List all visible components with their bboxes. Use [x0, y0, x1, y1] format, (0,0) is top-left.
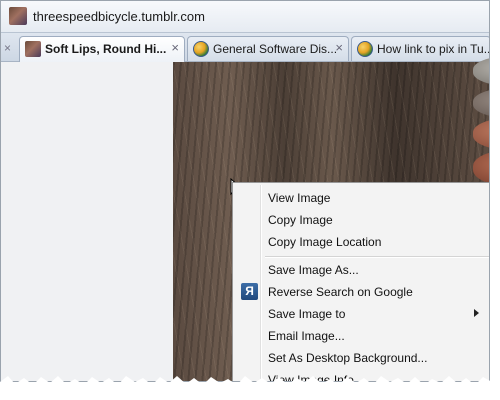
tab-label: Soft Lips, Round Hi...	[45, 42, 167, 56]
tab-general-software[interactable]: General Software Dis... ×	[187, 36, 349, 61]
menu-separator	[265, 256, 489, 258]
tab-close-icon[interactable]: ×	[4, 41, 11, 55]
tab-soft-lips[interactable]: Soft Lips, Round Hi... ×	[19, 36, 185, 62]
menu-item-copy-image-location[interactable]: Copy Image Location	[235, 231, 489, 253]
menu-item-label: Set As Desktop Background...	[268, 351, 428, 365]
stones-image	[473, 56, 489, 187]
menu-item-label: Reverse Search on Google	[268, 285, 413, 299]
address-bar[interactable]: threespeedbicycle.tumblr.com	[1, 1, 489, 33]
menu-item-email-image[interactable]: Email Image...	[235, 325, 489, 347]
menu-item-copy-image[interactable]: Copy Image	[235, 209, 489, 231]
menu-item-label: Copy Image	[268, 213, 333, 227]
menu-item-set-desktop-background[interactable]: Set As Desktop Background...	[235, 347, 489, 369]
torn-edge	[0, 376, 500, 400]
submenu-arrow-icon	[474, 309, 479, 317]
stone	[473, 150, 489, 186]
tab-close-icon[interactable]: ×	[171, 41, 179, 55]
menu-item-save-image-to[interactable]: Save Image to	[235, 303, 489, 325]
tab-label: General Software Dis...	[213, 42, 338, 56]
tab-how-link[interactable]: How link to pix in Tu...	[351, 36, 490, 61]
stone	[473, 118, 489, 150]
tab-label: How link to pix in Tu...	[377, 42, 490, 56]
tab-strip: × Soft Lips, Round Hi... × General Softw…	[1, 33, 489, 62]
globe-icon	[193, 41, 209, 57]
url-text[interactable]: threespeedbicycle.tumblr.com	[33, 9, 205, 24]
menu-item-label: Save Image to	[268, 307, 346, 321]
menu-item-label: Copy Image Location	[268, 235, 382, 249]
stone	[473, 88, 489, 118]
menu-item-save-image-as[interactable]: Save Image As...	[235, 259, 489, 281]
browser-window: threespeedbicycle.tumblr.com × Soft Lips…	[0, 0, 490, 382]
menu-item-reverse-search[interactable]: Я Reverse Search on Google	[235, 281, 489, 303]
globe-icon	[357, 41, 373, 57]
reverse-search-icon: Я	[241, 283, 258, 300]
page-content: View Image Copy Image Copy Image Locatio…	[1, 56, 489, 381]
menu-item-view-image[interactable]: View Image	[235, 187, 489, 209]
image-context-menu: View Image Copy Image Copy Image Locatio…	[232, 182, 489, 381]
menu-item-label: Save Image As...	[268, 263, 359, 277]
menu-item-label: View Image	[268, 191, 331, 205]
menu-item-label: Email Image...	[268, 329, 345, 343]
tab-close-icon[interactable]: ×	[335, 41, 343, 55]
photo-thumbnail-icon	[25, 41, 41, 57]
site-favicon-icon	[9, 7, 27, 25]
